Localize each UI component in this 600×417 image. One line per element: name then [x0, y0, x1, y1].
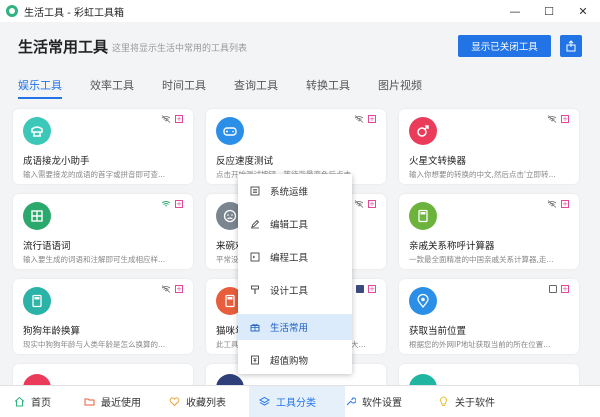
tab-efficiency[interactable]: 效率工具	[90, 77, 134, 99]
pin-button[interactable]	[560, 35, 582, 57]
tool-card-mars-text[interactable]: + 火星文转换器 输入你想要的转换的中文,然后点击'立即转...	[399, 109, 579, 184]
tab-convert[interactable]: 转换工具	[306, 77, 350, 99]
paint-roller-icon	[251, 285, 259, 294]
add-favorite-icon[interactable]: +	[175, 285, 183, 293]
offline-wifi-icon	[354, 200, 364, 208]
tool-card-buzzword[interactable]: + 流行语语词 输入要生成的词语和注解即可生成相应样...	[13, 194, 193, 269]
card-title: 流行语语词	[23, 241, 71, 252]
nav-home[interactable]: 首页	[14, 386, 84, 417]
tool-card-idiom-chain[interactable]: + 成语接龙小助手 输入需要接龙的成语的首字或拼音即可查...	[13, 109, 193, 184]
card-title: 反应速度测试	[216, 156, 274, 167]
nav-favorites[interactable]: 收藏列表	[169, 386, 259, 417]
offline-wifi-icon	[547, 115, 557, 123]
tool-card-reaction-test[interactable]: + 反应速度测试 点击开始测试按钮，等待背景变色后点击	[206, 109, 386, 184]
nav-settings[interactable]: 软件设置	[345, 386, 438, 417]
offline-wifi-icon	[354, 115, 364, 123]
close-button[interactable]: ✕	[566, 0, 600, 22]
tab-time[interactable]: 时间工具	[162, 77, 206, 99]
minimize-button[interactable]: —	[498, 0, 532, 22]
card-desc: 输入要生成的词语和注解即可生成相应样...	[23, 255, 166, 264]
card-desc: 现实中狗狗年龄与人类年龄是怎么换算的...	[23, 340, 166, 349]
idiom-icon	[23, 117, 51, 145]
category-tabs: 娱乐工具 效率工具 时间工具 查询工具 转换工具 图片视频	[18, 77, 450, 99]
calculator-icon	[23, 287, 51, 315]
tool-card-relative-calc[interactable]: + 亲戚关系称呼计算器 一款最全面精准的中国亲戚关系计算器,走...	[399, 194, 579, 269]
tool-card-location[interactable]: + 获取当前位置 根据您的外网IP地址获取当前的所在位置...	[399, 279, 579, 354]
add-favorite-icon[interactable]: +	[561, 115, 569, 123]
maximize-button[interactable]: ☐	[532, 0, 566, 22]
offline-wifi-icon	[161, 285, 171, 293]
window-title: 生活工具 - 彩虹工具箱	[24, 7, 124, 19]
app-logo-icon	[6, 5, 18, 17]
card-desc: 根据您的外网IP地址获取当前的所在位置...	[409, 340, 551, 349]
pencil-icon	[251, 219, 260, 229]
menu-item-shopping[interactable]: 超值购物	[238, 347, 352, 373]
calculator-icon	[409, 202, 437, 230]
tab-image-video[interactable]: 图片视频	[378, 77, 422, 99]
menu-item-system-ops[interactable]: 系统运维	[238, 178, 352, 204]
terminal-icon	[250, 252, 260, 262]
mars-icon	[409, 117, 437, 145]
card-title: 亲戚关系称呼计算器	[409, 241, 495, 252]
offline-wifi-icon	[547, 200, 557, 208]
wrench-icon	[346, 397, 356, 406]
card-title: 获取当前位置	[409, 326, 467, 337]
gift-icon	[250, 323, 260, 332]
menu-item-programming-tools[interactable]: 编程工具	[238, 244, 352, 270]
location-pin-icon	[409, 287, 437, 315]
tab-query[interactable]: 查询工具	[234, 77, 278, 99]
offline-wifi-icon	[161, 115, 171, 123]
lightbulb-icon	[440, 396, 447, 406]
folder-icon	[84, 398, 95, 406]
pin-icon	[566, 40, 576, 52]
add-favorite-icon[interactable]: +	[561, 285, 569, 293]
add-favorite-icon[interactable]: +	[561, 200, 569, 208]
page-title: 生活常用工具	[18, 38, 109, 56]
card-title: 火星文转换器	[409, 156, 467, 167]
menu-item-edit-tools[interactable]: 编辑工具	[238, 211, 352, 237]
card-desc: 一款最全面精准的中国亲戚关系计算器,走...	[409, 255, 554, 264]
list-icon	[250, 186, 260, 196]
card-desc: 输入你想要的转换的中文,然后点击'立即转...	[409, 170, 556, 179]
show-closed-tools-button[interactable]: 显示已关闭工具	[458, 35, 551, 57]
tab-entertainment[interactable]: 娱乐工具	[18, 77, 62, 99]
add-favorite-icon[interactable]: +	[175, 200, 183, 208]
grid-icon	[23, 202, 51, 230]
layers-icon	[259, 396, 270, 406]
card-title: 成语接龙小助手	[23, 156, 90, 167]
category-menu: 系统运维 编辑工具 编程工具 设计工具 生活常用 超值购物	[238, 174, 352, 374]
title-bar: 生活工具 - 彩虹工具箱 — ☐ ✕	[0, 0, 600, 22]
menu-item-daily-use[interactable]: 生活常用	[238, 314, 352, 340]
menu-item-design-tools[interactable]: 设计工具	[238, 277, 352, 303]
nav-categories[interactable]: 工具分类	[249, 386, 345, 417]
app-badge-icon	[356, 285, 364, 293]
add-favorite-icon[interactable]: +	[368, 115, 376, 123]
gamepad-icon	[216, 117, 244, 145]
bottom-nav: 首页 最近使用 收藏列表 工具分类 软件设置 关于软件	[0, 385, 600, 417]
nav-about[interactable]: 关于软件	[438, 386, 518, 417]
add-favorite-icon[interactable]: +	[175, 115, 183, 123]
tool-card-dog-age[interactable]: + 狗狗年龄换算 现实中狗狗年龄与人类年龄是怎么换算的...	[13, 279, 193, 354]
add-favorite-icon[interactable]: +	[368, 285, 376, 293]
home-icon	[14, 396, 25, 407]
heart-icon	[169, 397, 180, 407]
online-wifi-icon	[161, 201, 171, 207]
nav-recent[interactable]: 最近使用	[84, 386, 169, 417]
card-desc: 输入需要接龙的成语的首字或拼音即可查...	[23, 170, 166, 179]
coupon-icon	[251, 355, 259, 365]
document-icon	[549, 285, 557, 293]
add-favorite-icon[interactable]: +	[368, 200, 376, 208]
card-title: 狗狗年龄换算	[23, 326, 81, 337]
page-header: 生活常用工具 这里将显示生活中常用的工具列表 显示已关闭工具 娱乐工具 效率工具…	[0, 22, 600, 122]
page-subtitle: 这里将显示生活中常用的工具列表	[112, 44, 248, 54]
